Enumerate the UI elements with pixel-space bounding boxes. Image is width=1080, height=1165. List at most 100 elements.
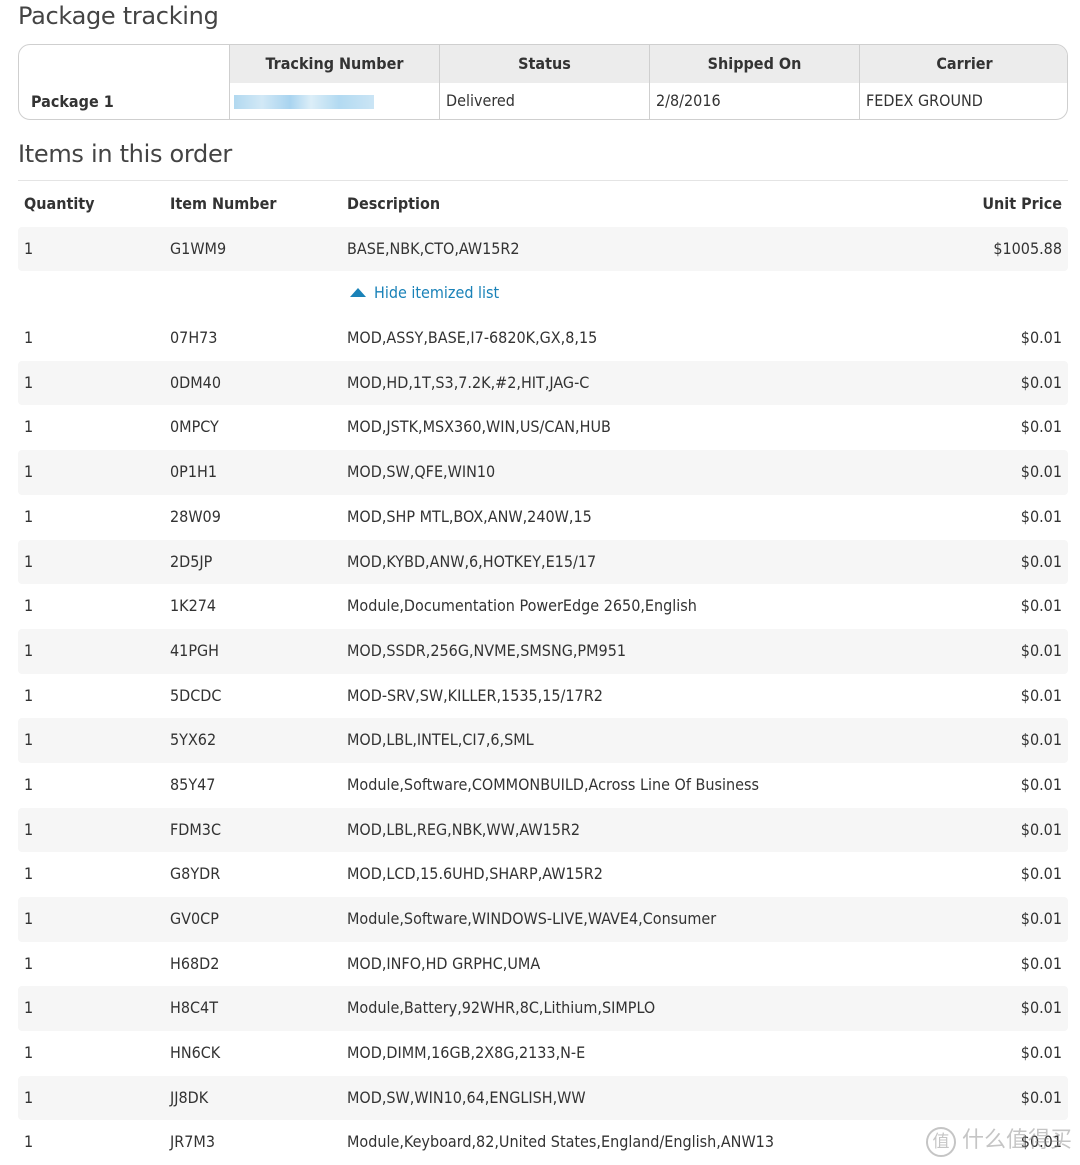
- table-row: 1 JR7M3 Module,Keyboard,82,United States,E…: [18, 1120, 1068, 1165]
- quantity-cell: 1: [24, 909, 34, 928]
- package-label-cell: Package 1: [19, 45, 229, 119]
- description-cell: MOD,LBL,INTEL,CI7,6,SML: [347, 730, 534, 750]
- unit-price-cell: $0.01: [1020, 417, 1062, 437]
- table-row: 1 0DM40 MOD,HD,1T,S3,7.2K,#2,HIT,JAG-C $0.0…: [18, 360, 1068, 406]
- quantity-cell: 1: [24, 596, 34, 616]
- description-cell: Module,Battery,92WHR,8C,Lithium,SIMPLO: [347, 998, 656, 1018]
- item-number-cell: 1K274: [170, 596, 217, 616]
- item-number-header: Item Number: [170, 194, 277, 213]
- package-label: Package 1: [31, 92, 114, 111]
- description-cell: MOD,HD,1T,S3,7.2K,#2,HIT,JAG-C: [347, 372, 590, 392]
- unit-price-cell: $0.01: [1020, 1087, 1062, 1107]
- item-number-cell: 5YX62: [170, 730, 217, 750]
- item-number-cell: G1WM9: [170, 238, 227, 258]
- item-number-cell: H68D2: [170, 953, 220, 973]
- quantity-cell: 1: [24, 238, 34, 258]
- table-row: 1 5YX62 MOD,LBL,INTEL,CI7,6,SML $0.01: [18, 718, 1068, 763]
- unit-price-cell: $0.01: [1020, 328, 1062, 348]
- table-row: 1 0MPCY MOD,JSTK,MSX360,WIN,US/CAN,HUB $0.0…: [18, 405, 1068, 450]
- section-divider: [18, 180, 1068, 181]
- table-row: 1 FDM3C MOD,LBL,REG,NBK,WW,AW15R2 $0.01: [18, 807, 1068, 853]
- carrier-column: Carrier FEDEX GROUND: [859, 45, 1067, 119]
- items-header-row: Quantity Item Number Description Unit Pr…: [18, 182, 1068, 227]
- quantity-cell: 1: [24, 1087, 34, 1107]
- description-cell: Module,Keyboard,82,United States,England…: [347, 1132, 774, 1152]
- description-cell: MOD-SRV,SW,KILLER,1535,15/17R2: [347, 685, 603, 705]
- table-row: 1 H8C4T Module,Battery,92WHR,8C,Lithium,SI…: [18, 986, 1068, 1032]
- tracking-number-value[interactable]: [230, 83, 439, 119]
- description-cell: Module,Software,WINDOWS-LIVE,WAVE4,Consu…: [347, 909, 717, 928]
- description-cell: MOD,SW,QFE,WIN10: [347, 462, 496, 482]
- item-number-cell: G8YDR: [170, 864, 221, 884]
- description-cell: MOD,ASSY,BASE,I7-6820K,GX,8,15: [347, 328, 598, 348]
- item-number-cell: 5DCDC: [170, 685, 222, 705]
- item-number-cell: H8C4T: [170, 998, 218, 1018]
- item-number-cell: 07H73: [170, 328, 218, 348]
- unit-price-cell: $1005.88: [993, 238, 1062, 258]
- description-cell: MOD,LBL,REG,NBK,WW,AW15R2: [347, 819, 581, 839]
- unit-price-cell: $0.01: [1020, 551, 1062, 571]
- status-column: Status Delivered: [439, 45, 649, 119]
- quantity-cell: 1: [24, 998, 34, 1018]
- unit-price-cell: $0.01: [1020, 685, 1062, 705]
- quantity-cell: 1: [24, 551, 34, 571]
- item-number-cell: 28W09: [170, 506, 221, 526]
- triangle-up-icon: [350, 288, 366, 298]
- item-number-cell: 0P1H1: [170, 462, 217, 482]
- item-number-cell: FDM3C: [170, 819, 221, 839]
- unit-price-cell: $0.01: [1020, 1043, 1062, 1063]
- unit-price-cell: $0.01: [1020, 953, 1062, 973]
- item-number-cell: 41PGH: [170, 640, 219, 660]
- items-title: Items in this order: [18, 140, 232, 168]
- watermark-badge-icon: 值: [925, 1127, 956, 1157]
- table-row: 1 GV0CP Module,Software,WINDOWS-LIVE,WAVE4…: [18, 897, 1068, 942]
- itemized-list: 1 07H73 MOD,ASSY,BASE,I7-6820K,GX,8,15 $0.0…: [18, 316, 1068, 1165]
- quantity-cell: 1: [24, 730, 34, 750]
- description-cell: MOD,DIMM,16GB,2X8G,2133,N-E: [347, 1043, 586, 1063]
- table-row: 1 85Y47 Module,Software,COMMONBUILD,Across…: [18, 763, 1068, 808]
- item-number-cell: 85Y47: [170, 774, 216, 794]
- unit-price-cell: $0.01: [1020, 372, 1062, 392]
- package-tracking-table: Package 1 Tracking Number Status Deliver…: [18, 44, 1068, 120]
- table-row: 1 1K274 Module,Documentation PowerEdge 265…: [18, 584, 1068, 629]
- quantity-cell: 1: [24, 506, 34, 526]
- item-number-cell: 0MPCY: [170, 417, 219, 437]
- hide-itemized-list-link[interactable]: Hide itemized list: [350, 271, 499, 315]
- unit-price-cell: $0.01: [1020, 909, 1062, 928]
- quantity-cell: 1: [24, 417, 34, 437]
- description-cell: MOD,JSTK,MSX360,WIN,US/CAN,HUB: [347, 417, 611, 437]
- shipped-on-header: Shipped On: [650, 45, 859, 83]
- watermark-text: 什么值得买: [961, 1128, 1072, 1153]
- description-header: Description: [347, 194, 441, 213]
- description-cell: MOD,KYBD,ANW,6,HOTKEY,E15/17: [347, 551, 597, 571]
- tracking-number-column: Tracking Number: [229, 45, 439, 119]
- unit-price-cell: $0.01: [1020, 864, 1062, 884]
- quantity-cell: 1: [24, 328, 34, 348]
- table-row: 1 H68D2 MOD,INFO,HD GRPHC,UMA $0.01: [18, 942, 1068, 987]
- table-row: 1 41PGH MOD,SSDR,256G,NVME,SMSNG,PM951 $0.0…: [18, 628, 1068, 674]
- tracking-number-header: Tracking Number: [230, 45, 439, 83]
- description-cell: MOD,SSDR,256G,NVME,SMSNG,PM951: [347, 640, 626, 660]
- description-cell: BASE,NBK,CTO,AW15R2: [347, 238, 520, 258]
- description-cell: Module,Documentation PowerEdge 2650,Engl…: [347, 596, 697, 616]
- hide-itemized-list-label: Hide itemized list: [374, 283, 500, 303]
- toggle-row: Hide itemized list: [18, 271, 1068, 316]
- item-number-cell: GV0CP: [170, 909, 219, 928]
- unit-price-cell: $0.01: [1020, 774, 1062, 794]
- quantity-cell: 1: [24, 685, 34, 705]
- shipped-on-column: Shipped On 2/8/2016: [649, 45, 859, 119]
- watermark: 值什么值得买: [925, 1122, 1072, 1157]
- quantity-cell: 1: [24, 372, 34, 392]
- main-item-row: 1 G1WM9 BASE,NBK,CTO,AW15R2 $1005.88: [18, 226, 1068, 272]
- carrier-value: FEDEX GROUND: [866, 91, 983, 110]
- table-row: 1 07H73 MOD,ASSY,BASE,I7-6820K,GX,8,15 $0.0…: [18, 316, 1068, 361]
- table-row: 1 28W09 MOD,SHP MTL,BOX,ANW,240W,15 $0.01: [18, 495, 1068, 540]
- shipped-on-value: 2/8/2016: [656, 91, 721, 110]
- table-row: 1 HN6CK MOD,DIMM,16GB,2X8G,2133,N-E $0.01: [18, 1031, 1068, 1076]
- unit-price-cell: $0.01: [1020, 506, 1062, 526]
- table-row: 1 G8YDR MOD,LCD,15.6UHD,SHARP,AW15R2 $0.01: [18, 852, 1068, 897]
- quantity-cell: 1: [24, 1132, 34, 1152]
- items-table: Quantity Item Number Description Unit Pr…: [18, 182, 1068, 1165]
- description-cell: MOD,INFO,HD GRPHC,UMA: [347, 953, 541, 973]
- quantity-cell: 1: [24, 953, 34, 973]
